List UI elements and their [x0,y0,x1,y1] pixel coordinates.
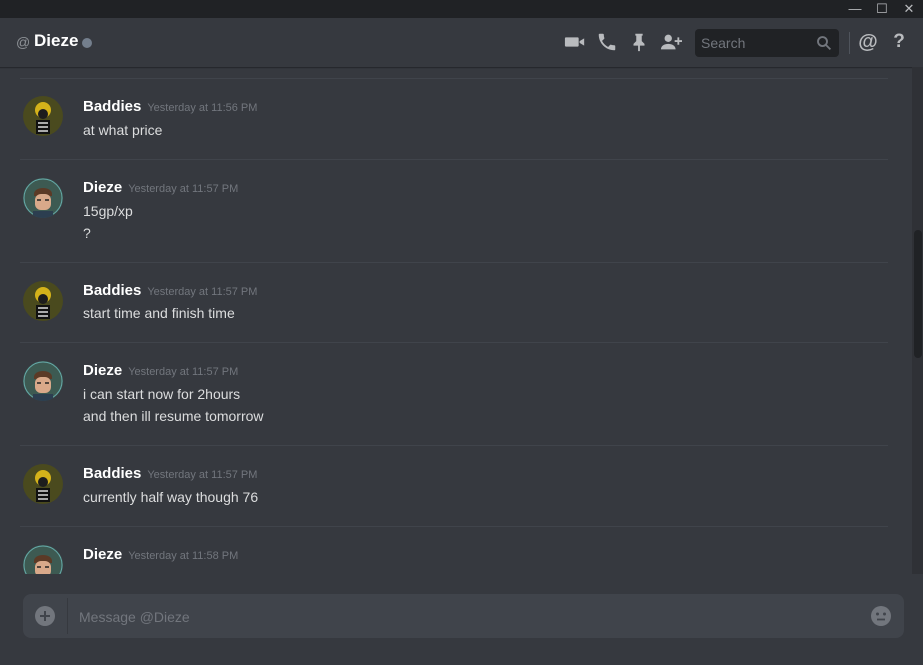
message-timestamp: Yesterday at 11:57 PM [147,469,258,481]
message-timestamp: Yesterday at 11:58 PM [128,550,239,562]
message-input[interactable] [77,606,841,628]
message-author[interactable]: Dieze Yesterday at 11:57 PM [83,179,238,196]
scrollbar-thumb[interactable] [914,230,922,358]
message-divider [20,78,888,79]
plus-circle-icon [35,606,55,626]
avatar[interactable] [23,178,63,218]
message-text: 15gp/xp [83,203,133,219]
status-indicator [82,38,92,48]
attach-button[interactable] [35,606,55,626]
message-timestamp: Yesterday at 11:57 PM [128,183,239,195]
pin-icon[interactable] [628,31,650,53]
mention-icon[interactable]: @ [857,31,879,53]
close-window-button[interactable]: ✕ [895,0,923,18]
author-name[interactable]: Dieze [83,546,122,563]
message-author[interactable]: Baddies Yesterday at 11:57 PM [83,465,257,482]
voice-call-icon[interactable] [596,31,618,53]
message-text: ? [83,225,91,241]
channel-title: Dieze [34,31,79,50]
author-name[interactable]: Dieze [83,362,122,379]
avatar[interactable] [23,96,63,136]
author-name[interactable]: Dieze [83,179,122,196]
message-author[interactable]: Baddies Yesterday at 11:56 PM [83,98,257,115]
message-author[interactable]: Baddies Yesterday at 11:57 PM [83,282,257,299]
message-timestamp: Yesterday at 11:57 PM [128,366,239,378]
emoji-button[interactable] [870,605,892,627]
message-text: at what price [83,122,163,138]
message-divider [20,342,888,343]
emoji-icon [871,606,891,626]
header-divider [849,32,850,54]
avatar[interactable] [23,545,63,574]
message-text: currently half way though 76 [83,489,259,505]
message-list[interactable]: Baddies Yesterday at 11:56 PM at what pri… [0,67,912,574]
composer-divider [67,598,68,634]
at-icon: @ [16,34,31,50]
author-name[interactable]: Baddies [83,98,141,115]
search-input[interactable]: Search [695,29,839,57]
author-name[interactable]: Baddies [83,282,141,299]
window-titlebar: — ☐ ✕ [0,0,923,18]
minimize-button[interactable]: — [841,0,869,18]
message-divider [20,262,888,263]
message-divider [20,159,888,160]
search-icon[interactable] [815,34,833,52]
avatar[interactable] [23,464,63,504]
author-name[interactable]: Baddies [83,465,141,482]
avatar[interactable] [23,361,63,401]
search-placeholder: Search [701,35,746,51]
message-divider [20,526,888,527]
message-text: i can start now for 2hours [83,386,241,402]
message-author[interactable]: Dieze Yesterday at 11:58 PM [83,546,238,563]
message-timestamp: Yesterday at 11:57 PM [147,286,258,298]
message-author[interactable]: Dieze Yesterday at 11:57 PM [83,362,238,379]
message-text: and then ill resume tomorrow [83,408,264,424]
message-timestamp: Yesterday at 11:56 PM [147,102,258,114]
maximize-button[interactable]: ☐ [868,0,896,18]
message-composer [23,594,904,638]
message-text: start time and finish time [83,305,235,321]
add-friend-icon[interactable] [660,31,682,53]
avatar[interactable] [23,281,63,321]
help-icon[interactable]: ? [888,31,910,53]
message-divider [20,445,888,446]
video-call-icon[interactable] [564,31,586,53]
channel-header: @ Dieze Search @ ? [0,18,923,67]
